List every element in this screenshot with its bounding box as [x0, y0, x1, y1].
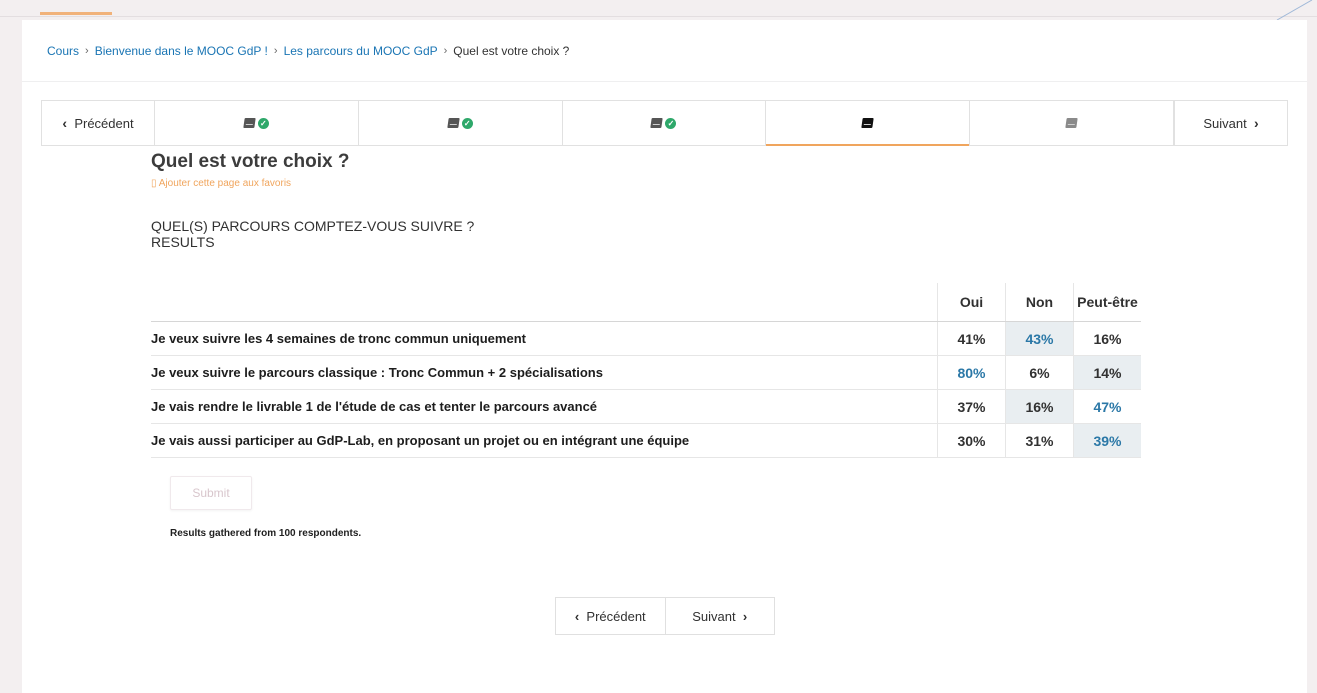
corner-decoration [1276, 0, 1313, 20]
cell-peut-etre: 39% [1073, 423, 1141, 458]
check-icon: ✓ [257, 117, 269, 129]
chevron-right-icon: › [742, 608, 748, 624]
cell-peut-etre: 16% [1073, 321, 1141, 356]
sequence-previous-button[interactable]: ‹ Précédent [42, 101, 155, 145]
question-column-header [151, 283, 938, 322]
breadcrumb-parcours[interactable]: Les parcours du MOOC GdP [284, 44, 438, 58]
breadcrumb-separator: › [443, 44, 448, 57]
cell-oui: 30% [937, 423, 1006, 458]
sequence-unit-1[interactable]: ✓ [155, 101, 359, 145]
cell-peut-etre: 14% [1073, 355, 1141, 390]
check-icon: ✓ [461, 117, 473, 129]
cell-non: 31% [1005, 423, 1074, 458]
table-row: Je vais rendre le livrable 1 de l'étude … [151, 389, 1141, 424]
breadcrumb: Cours › Bienvenue dans le MOOC GdP ! › L… [22, 20, 1307, 82]
book-icon [1065, 118, 1078, 128]
chevron-right-icon: › [1253, 115, 1259, 131]
chevron-left-icon: ‹ [574, 608, 580, 624]
page-title: Quel est votre choix ? [151, 151, 350, 172]
bottom-sequence-nav: ‹ Précédent Suivant › [555, 597, 775, 635]
breadcrumb-cours[interactable]: Cours [47, 44, 79, 58]
sequence-unit-4[interactable] [766, 101, 971, 146]
row-question: Je vais rendre le livrable 1 de l'étude … [151, 389, 938, 424]
bottom-next-button[interactable]: Suivant › [666, 598, 775, 634]
book-icon [446, 118, 460, 128]
unit-content: Quel est votre choix ? ▯ Ajouter cette p… [151, 148, 1151, 250]
chevron-left-icon: ‹ [62, 115, 68, 131]
column-header-peut-etre: Peut-être [1073, 283, 1141, 322]
cell-non: 16% [1005, 389, 1074, 424]
sequence-nav: ‹ Précédent ✓ ✓ ✓ Suivant › [41, 100, 1288, 146]
question-heading: QUEL(S) PARCOURS COMPTEZ-VOUS SUIVRE ? [151, 218, 475, 234]
previous-label: Précédent [74, 115, 134, 131]
poll-heading: QUEL(S) PARCOURS COMPTEZ-VOUS SUIVRE ? R… [151, 218, 1151, 250]
table-row: Je vais aussi participer au GdP-Lab, en … [151, 423, 1141, 458]
results-table-wrapper: Oui Non Peut-être Je veux suivre les 4 s… [151, 283, 1141, 458]
book-icon [861, 118, 874, 128]
cell-non: 43% [1005, 321, 1074, 356]
bookmark-icon: ▯ [151, 178, 157, 189]
check-icon: ✓ [665, 117, 677, 129]
sequence-unit-2[interactable]: ✓ [359, 101, 563, 145]
cell-oui: 41% [937, 321, 1006, 356]
results-label: RESULTS [151, 234, 215, 250]
bottom-previous-label: Précédent [586, 608, 646, 624]
favorite-label: Ajouter cette page aux favoris [158, 178, 292, 189]
breadcrumb-separator: › [85, 44, 89, 57]
cell-peut-etre: 47% [1073, 389, 1141, 424]
favorite-link[interactable]: ▯ Ajouter cette page aux favoris [151, 178, 1151, 189]
breadcrumb-current: Quel est votre choix ? [453, 43, 570, 58]
respondents-count: Results gathered from 100 respondents. [170, 528, 362, 539]
table-row: Je veux suivre les 4 semaines de tronc c… [151, 321, 1141, 356]
cell-oui: 80% [937, 355, 1006, 390]
row-question: Je vais aussi participer au GdP-Lab, en … [151, 423, 938, 458]
results-table: Oui Non Peut-être Je veux suivre les 4 s… [151, 283, 1141, 458]
sequence-next-button[interactable]: Suivant › [1173, 101, 1287, 145]
submit-button[interactable]: Submit [170, 476, 252, 510]
breadcrumb-bienvenue[interactable]: Bienvenue dans le MOOC GdP ! [95, 44, 268, 58]
bottom-previous-button[interactable]: ‹ Précédent [556, 598, 666, 634]
book-icon [650, 118, 664, 128]
row-question: Je veux suivre le parcours classique : T… [151, 355, 938, 390]
table-row: Je veux suivre le parcours classique : T… [151, 355, 1141, 390]
top-divider [0, 16, 1317, 17]
row-question: Je veux suivre les 4 semaines de tronc c… [151, 321, 938, 356]
column-header-non: Non [1005, 283, 1074, 322]
cell-oui: 37% [937, 389, 1006, 424]
top-accent-bar [40, 12, 112, 15]
column-header-oui: Oui [937, 283, 1006, 322]
sequence-unit-3[interactable]: ✓ [563, 101, 767, 145]
cell-non: 6% [1005, 355, 1074, 390]
book-icon [243, 118, 256, 128]
bottom-next-label: Suivant [692, 608, 736, 624]
next-label: Suivant [1203, 115, 1247, 131]
breadcrumb-separator: › [273, 44, 278, 57]
sequence-unit-5[interactable] [970, 101, 1174, 145]
